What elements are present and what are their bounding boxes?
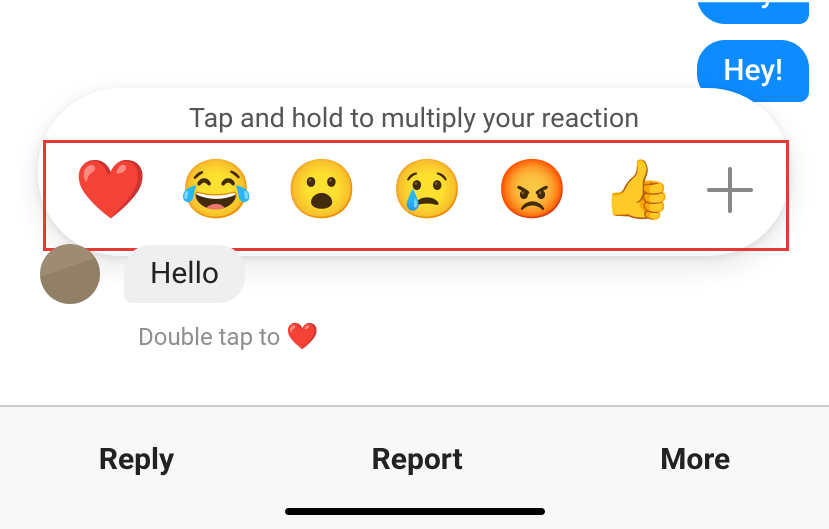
outgoing-message-partial[interactable]: Hey!: [697, 0, 809, 24]
more-button[interactable]: More: [660, 442, 730, 477]
reaction-sad-icon[interactable]: 😢: [391, 161, 463, 219]
message-text: Hey!: [723, 53, 783, 88]
reaction-like-icon[interactable]: 👍: [602, 161, 674, 219]
heart-icon: ❤️: [286, 322, 318, 352]
reaction-laugh-icon[interactable]: 😂: [180, 161, 252, 219]
add-reaction-icon[interactable]: [707, 167, 753, 213]
reaction-angry-icon[interactable]: 😡: [496, 161, 568, 219]
incoming-message-row: Hello: [40, 244, 245, 304]
reaction-wow-icon[interactable]: 😮: [286, 161, 358, 219]
report-button[interactable]: Report: [372, 442, 463, 477]
reaction-hint: Tap and hold to multiply your reaction: [38, 102, 790, 134]
reaction-bar: Tap and hold to multiply your reaction ❤…: [38, 88, 790, 256]
reaction-heart-icon[interactable]: ❤️: [75, 161, 147, 219]
message-text: Hey!: [723, 0, 783, 10]
double-tap-hint-text: Double tap to: [138, 323, 280, 351]
incoming-message[interactable]: Hello: [124, 245, 245, 303]
bottom-action-bar: Reply Report More: [0, 405, 829, 529]
reply-button[interactable]: Reply: [99, 442, 174, 477]
avatar[interactable]: [40, 244, 100, 304]
double-tap-hint: Double tap to ❤️: [138, 322, 319, 352]
home-indicator: [285, 508, 545, 515]
reaction-row: ❤️ 😂 😮 😢 😡 👍: [38, 150, 790, 230]
message-text: Hello: [150, 256, 219, 291]
